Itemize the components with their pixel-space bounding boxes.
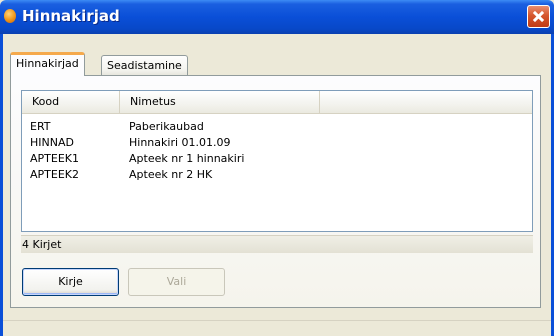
cell-nimetus: Apteek nr 2 HK — [129, 168, 213, 181]
price-list-view[interactable]: Kood Nimetus ERT Paberikaubad HINNAD Hin… — [21, 90, 533, 232]
vali-button[interactable]: Vali — [128, 268, 225, 296]
cell-nimetus: Paberikaubad — [129, 120, 204, 133]
list-header: Kood Nimetus — [22, 91, 532, 114]
divider — [3, 320, 551, 321]
column-header-filler — [320, 91, 532, 113]
column-header-nimetus[interactable]: Nimetus — [120, 91, 320, 113]
list-row[interactable]: APTEEK1 Apteek nr 1 hinnakiri — [22, 151, 532, 167]
kirje-button[interactable]: Kirje — [22, 268, 119, 296]
cell-nimetus: Hinnakiri 01.01.09 — [129, 136, 231, 149]
tab-hinnakirjad[interactable]: Hinnakirjad — [10, 52, 85, 76]
list-row[interactable]: HINNAD Hinnakiri 01.01.09 — [22, 135, 532, 151]
list-row[interactable]: APTEEK2 Apteek nr 2 HK — [22, 167, 532, 183]
window: Hinnakirjad Hinnakirjad Seadistamine Koo… — [0, 0, 554, 336]
app-icon — [4, 9, 16, 23]
cell-kood: HINNAD — [30, 136, 74, 149]
window-frame-left — [0, 34, 3, 336]
tab-seadistamine[interactable]: Seadistamine — [101, 55, 188, 76]
window-title: Hinnakirjad — [22, 7, 120, 25]
cell-kood: APTEEK1 — [30, 152, 79, 165]
close-icon[interactable] — [527, 5, 550, 28]
title-bar[interactable]: Hinnakirjad — [0, 0, 554, 34]
cell-kood: ERT — [30, 120, 51, 133]
cell-nimetus: Apteek nr 1 hinnakiri — [129, 152, 245, 165]
cell-kood: APTEEK2 — [30, 168, 79, 181]
record-count-status: 4 Kirjet — [21, 235, 533, 253]
column-header-kood[interactable]: Kood — [22, 91, 120, 113]
list-rows: ERT Paberikaubad HINNAD Hinnakiri 01.01.… — [22, 119, 532, 183]
list-row[interactable]: ERT Paberikaubad — [22, 119, 532, 135]
